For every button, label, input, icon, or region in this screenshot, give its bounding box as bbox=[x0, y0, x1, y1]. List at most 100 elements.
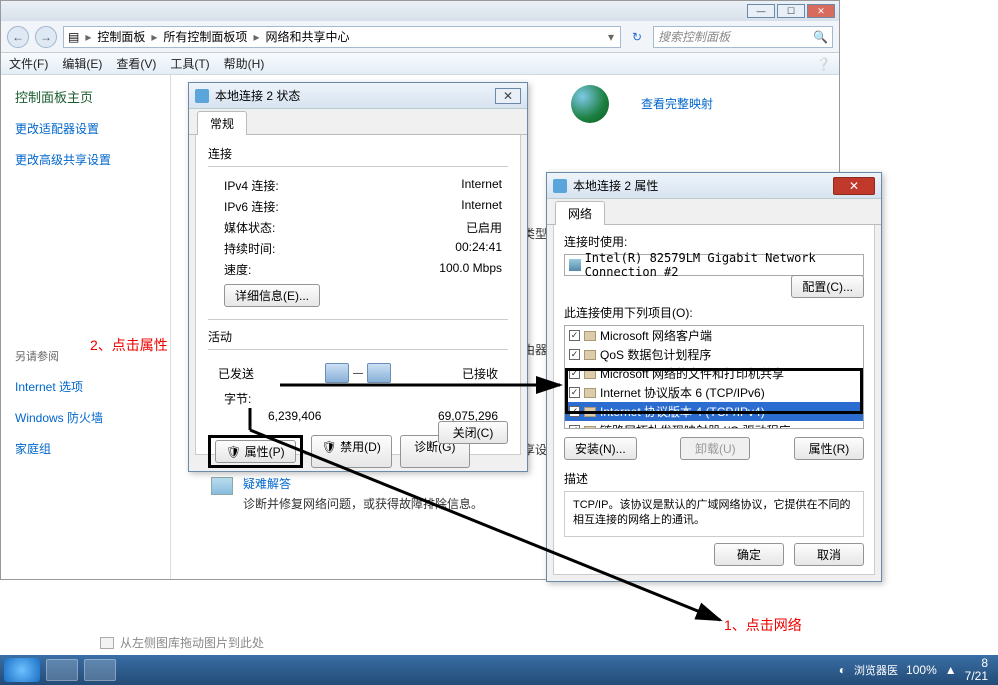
recv-label: 已接收 bbox=[462, 365, 498, 382]
taskbar-item[interactable] bbox=[84, 659, 116, 681]
status-panel: 连接 IPv4 连接:Internet IPv6 连接:Internet 媒体状… bbox=[195, 135, 521, 455]
breadcrumb-seg[interactable]: 所有控制面板项 bbox=[163, 28, 247, 45]
sidebar-link-firewall[interactable]: Windows 防火墙 bbox=[15, 409, 156, 426]
protocol-list[interactable]: ✓Microsoft 网络客户端 ✓QoS 数据包计划程序 ✓Microsoft… bbox=[564, 325, 864, 429]
status-dialog-titlebar: 本地连接 2 状态 ✕ bbox=[189, 83, 527, 109]
menu-edit[interactable]: 编辑(E) bbox=[62, 55, 102, 72]
view-full-map-link[interactable]: 查看完整映射 bbox=[641, 95, 713, 112]
prop-dialog-titlebar: 本地连接 2 属性 ✕ bbox=[547, 173, 881, 199]
annotation-step1: 1、点击网络 bbox=[724, 615, 802, 635]
description-text: TCP/IP。该协议是默认的广域网络协议，它提供在不同的相互连接的网络上的通讯。 bbox=[564, 491, 864, 537]
properties-button[interactable]: 🛡 属性(P) bbox=[215, 440, 296, 463]
list-item-ipv6[interactable]: ✓Internet 协议版本 6 (TCP/IPv6) bbox=[565, 383, 863, 402]
back-button[interactable]: ← bbox=[7, 26, 29, 48]
tab-general[interactable]: 常规 bbox=[197, 111, 247, 135]
chevron-right-icon: ▸ bbox=[149, 30, 159, 44]
help-icon[interactable]: ❔ bbox=[816, 57, 831, 71]
ipv6-label: IPv6 连接: bbox=[224, 198, 279, 215]
nav-bar: ← → ▤ ▸ 控制面板 ▸ 所有控制面板项 ▸ 网络和共享中心 ▾ ↻ 搜索控… bbox=[1, 21, 839, 53]
taskbar-item[interactable] bbox=[46, 659, 78, 681]
sidebar-link-adapter[interactable]: 更改适配器设置 bbox=[15, 120, 156, 137]
uses-items-label: 此连接使用下列项目(O): bbox=[564, 304, 864, 321]
close-icon[interactable]: ✕ bbox=[495, 88, 521, 104]
search-input[interactable]: 搜索控制面板 🔍 bbox=[653, 26, 833, 48]
prop-panel: 连接时使用: Intel(R) 82579LM Gigabit Network … bbox=[553, 225, 875, 575]
checkbox-icon[interactable]: ✓ bbox=[569, 425, 580, 429]
search-placeholder: 搜索控制面板 bbox=[658, 28, 730, 45]
cancel-button[interactable]: 取消 bbox=[794, 543, 864, 566]
checkbox-icon[interactable]: ✓ bbox=[569, 349, 580, 360]
start-button[interactable] bbox=[4, 658, 40, 682]
ipv4-label: IPv4 连接: bbox=[224, 177, 279, 194]
sidebar-title: 控制面板主页 bbox=[15, 87, 156, 106]
list-item[interactable]: ✓Microsoft 网络的文件和打印机共享 bbox=[565, 364, 863, 383]
system-tray[interactable]: ◐ 浏览器医 100% ▲ 87/21 bbox=[839, 657, 994, 683]
menu-file[interactable]: 文件(F) bbox=[9, 55, 48, 72]
tray-icon[interactable]: ◐ bbox=[839, 663, 846, 677]
sidebar-link-inet[interactable]: Internet 选项 bbox=[15, 378, 156, 395]
close-button[interactable]: ✕ bbox=[833, 177, 875, 195]
ok-button[interactable]: 确定 bbox=[714, 543, 784, 566]
sidebar-link-homegroup[interactable]: 家庭组 bbox=[15, 440, 156, 457]
connection-icon bbox=[195, 89, 209, 103]
configure-button[interactable]: 配置(C)... bbox=[791, 275, 864, 298]
protocol-icon bbox=[584, 407, 596, 417]
close-button[interactable]: 关闭(C) bbox=[438, 421, 508, 444]
minimize-button[interactable]: — bbox=[747, 4, 775, 18]
menu-view[interactable]: 查看(V) bbox=[116, 55, 156, 72]
search-icon: 🔍 bbox=[813, 30, 828, 44]
tab-network[interactable]: 网络 bbox=[555, 201, 605, 225]
list-item[interactable]: ✓Microsoft 网络客户端 bbox=[565, 326, 863, 345]
ipv6-value: Internet bbox=[461, 198, 502, 215]
globe-icon bbox=[571, 85, 609, 123]
connection-icon bbox=[553, 179, 567, 193]
list-item[interactable]: ✓QoS 数据包计划程序 bbox=[565, 345, 863, 364]
media-value: 已启用 bbox=[466, 219, 502, 236]
forward-button[interactable]: → bbox=[35, 26, 57, 48]
media-label: 媒体状态: bbox=[224, 219, 275, 236]
checkbox-icon[interactable]: ✓ bbox=[569, 387, 580, 398]
install-button[interactable]: 安装(N)... bbox=[564, 437, 637, 460]
activity-icon: — bbox=[318, 358, 398, 388]
disable-button[interactable]: 🛡 禁用(D) bbox=[311, 435, 392, 468]
item-properties-button[interactable]: 属性(R) bbox=[794, 437, 864, 460]
bytes-label: 字节: bbox=[224, 390, 251, 407]
clock[interactable]: 87/21 bbox=[965, 657, 988, 683]
breadcrumb[interactable]: ▤ ▸ 控制面板 ▸ 所有控制面板项 ▸ 网络和共享中心 ▾ bbox=[63, 26, 621, 48]
speed-value: 100.0 Mbps bbox=[439, 261, 502, 278]
list-item-ipv4[interactable]: ✓Internet 协议版本 4 (TCP/IPv4) bbox=[565, 402, 863, 421]
sent-label: 已发送 bbox=[218, 365, 254, 382]
checkbox-icon[interactable]: ✓ bbox=[569, 368, 580, 379]
troubleshoot-icon bbox=[211, 477, 233, 495]
duration-label: 持续时间: bbox=[224, 240, 275, 257]
chevron-down-icon[interactable]: ▾ bbox=[606, 30, 616, 44]
troubleshoot-link[interactable]: 疑难解答 bbox=[243, 475, 483, 492]
tray-icon[interactable]: ▲ bbox=[945, 663, 957, 677]
menu-tools[interactable]: 工具(T) bbox=[170, 55, 209, 72]
protocol-icon bbox=[584, 426, 596, 430]
status-dialog-title: 本地连接 2 状态 bbox=[215, 87, 489, 104]
prop-dialog-title: 本地连接 2 属性 bbox=[573, 177, 827, 194]
sidebar-link-advanced[interactable]: 更改高级共享设置 bbox=[15, 151, 156, 168]
ipv4-value: Internet bbox=[461, 177, 502, 194]
protocol-icon bbox=[584, 388, 596, 398]
refresh-icon[interactable]: ↻ bbox=[627, 30, 647, 44]
maximize-button[interactable]: ☐ bbox=[777, 4, 805, 18]
menu-help[interactable]: 帮助(H) bbox=[224, 55, 265, 72]
breadcrumb-seg[interactable]: 网络和共享中心 bbox=[265, 28, 349, 45]
adapter-field: Intel(R) 82579LM Gigabit Network Connect… bbox=[564, 254, 864, 276]
duration-value: 00:24:41 bbox=[455, 240, 502, 257]
close-button[interactable]: ✕ bbox=[807, 4, 835, 18]
protocol-icon bbox=[584, 350, 596, 360]
checkbox-icon[interactable]: ✓ bbox=[569, 330, 580, 341]
troubleshoot-desc: 诊断并修复网络问题，或获得故障排除信息。 bbox=[243, 495, 483, 512]
connect-using-label: 连接时使用: bbox=[564, 233, 864, 250]
breadcrumb-seg[interactable]: 控制面板 bbox=[97, 28, 145, 45]
list-item[interactable]: ✓链路层拓扑发现映射器 I/O 驱动程序 bbox=[565, 421, 863, 429]
taskbar[interactable]: ◐ 浏览器医 100% ▲ 87/21 bbox=[0, 655, 998, 685]
section-activity: 活动 bbox=[208, 328, 508, 345]
menu-bar: 文件(F) 编辑(E) 查看(V) 工具(T) 帮助(H) ❔ bbox=[1, 53, 839, 75]
details-button[interactable]: 详细信息(E)... bbox=[224, 284, 320, 307]
bytes-sent: 6,239,406 bbox=[268, 409, 321, 423]
checkbox-icon[interactable]: ✓ bbox=[569, 406, 580, 417]
